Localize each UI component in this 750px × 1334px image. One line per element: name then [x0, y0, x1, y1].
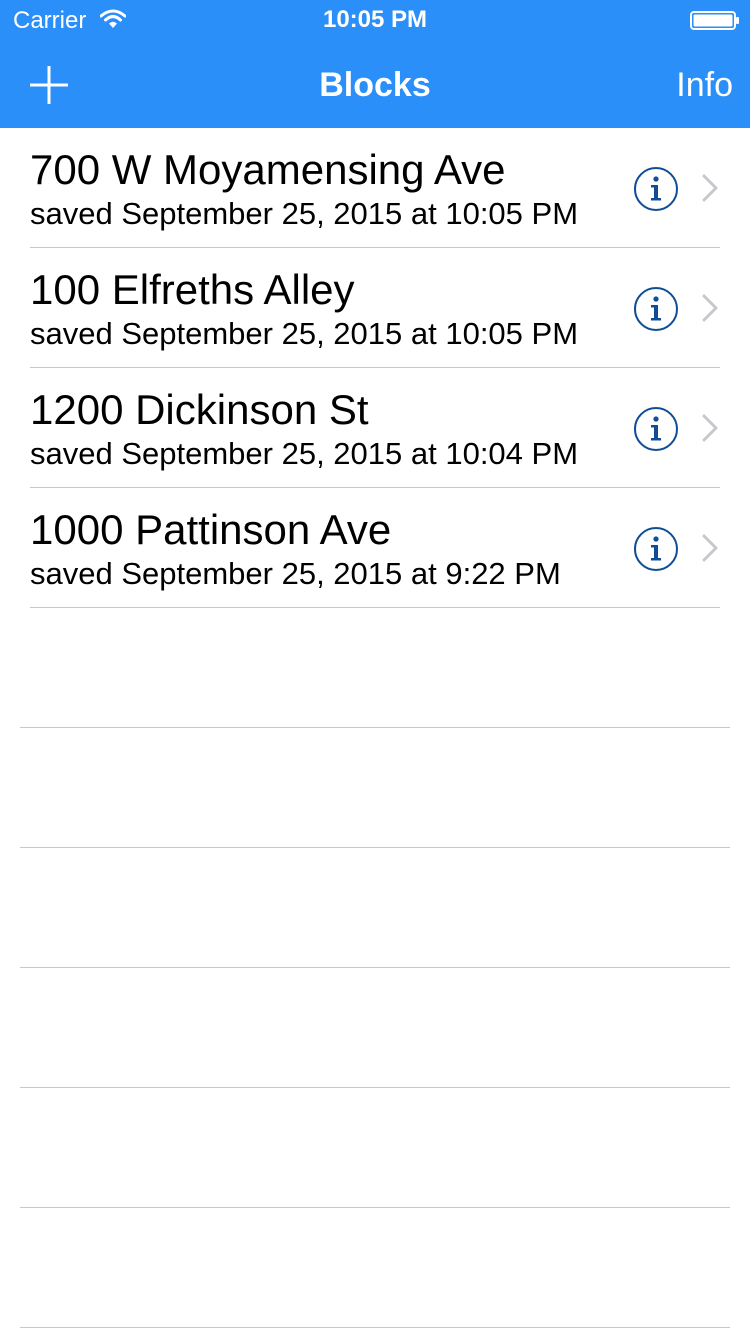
- list-item[interactable]: 1200 Dickinson St saved September 25, 201…: [0, 368, 750, 488]
- empty-row: [0, 608, 750, 728]
- nav-bar: Blocks Info: [0, 40, 750, 128]
- chevron-right-icon: [702, 534, 718, 562]
- page-title: Blocks: [319, 66, 431, 104]
- header: Carrier 10:05 PM Blocks Info: [0, 0, 750, 128]
- block-title: 1000 Pattinson Ave: [30, 506, 392, 553]
- empty-rows: [0, 608, 750, 1328]
- status-bar: Carrier 10:05 PM: [0, 0, 750, 40]
- list-item[interactable]: 100 Elfreths Alley saved September 25, 20…: [0, 248, 750, 368]
- empty-row: [0, 968, 750, 1088]
- block-saved-date: saved September 25, 2015 at 10:04 PM: [30, 436, 579, 471]
- info-icon[interactable]: [633, 286, 679, 332]
- block-saved-date: saved September 25, 2015 at 9:22 PM: [30, 556, 561, 591]
- battery-icon: [690, 11, 739, 30]
- info-icon[interactable]: [633, 166, 679, 212]
- list-item[interactable]: 1000 Pattinson Ave saved September 25, 20…: [0, 488, 750, 608]
- info-icon[interactable]: [633, 526, 679, 572]
- block-saved-date: saved September 25, 2015 at 10:05 PM: [30, 196, 579, 231]
- chevron-right-icon: [702, 294, 718, 322]
- block-title: 100 Elfreths Alley: [30, 266, 355, 313]
- empty-row: [0, 848, 750, 968]
- info-icon[interactable]: [633, 406, 679, 452]
- empty-row: [0, 1088, 750, 1208]
- info-button[interactable]: Info: [676, 66, 733, 104]
- empty-row: [0, 1208, 750, 1328]
- chevron-right-icon: [702, 414, 718, 442]
- block-title: 700 W Moyamensing Ave: [30, 146, 506, 193]
- chevron-right-icon: [702, 174, 718, 202]
- status-time: 10:05 PM: [322, 6, 428, 33]
- blocks-list: 700 W Moyamensing Ave saved September 25,…: [0, 128, 750, 608]
- block-title: 1200 Dickinson St: [30, 386, 369, 433]
- list-item[interactable]: 700 W Moyamensing Ave saved September 25,…: [0, 128, 750, 248]
- block-saved-date: saved September 25, 2015 at 10:05 PM: [30, 316, 579, 351]
- empty-row: [0, 728, 750, 848]
